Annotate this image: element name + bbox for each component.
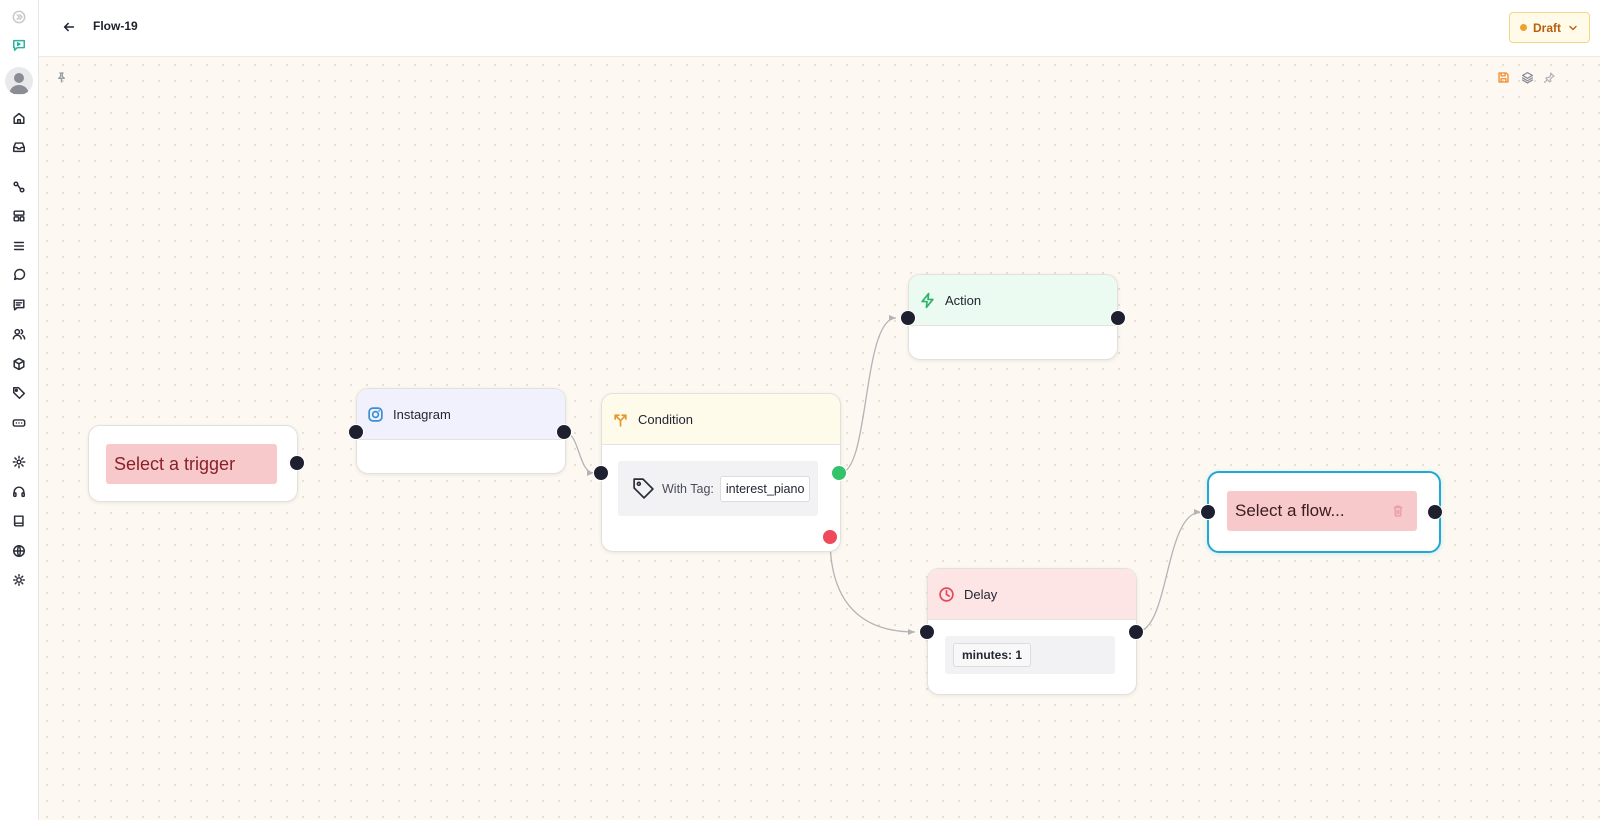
instagram-node[interactable]: Instagram [356,388,566,474]
lightning-icon [921,292,934,308]
action-node-title: Action [945,292,982,308]
instagram-output-handle[interactable] [556,424,572,440]
trash-icon[interactable] [1389,502,1407,520]
clock-icon [939,586,954,602]
go-to-flow-node[interactable]: Select a flow... [1207,471,1441,553]
trigger-output-handle[interactable] [289,455,305,471]
condition-node-title: Condition [638,411,693,427]
edge-condition-delay[interactable] [829,537,916,635]
instagram-node-header: Instagram [357,389,565,440]
flow-input-handle[interactable] [1200,504,1216,520]
instagram-node-title: Instagram [393,406,451,422]
tag-value[interactable]: interest_piano [719,475,811,502]
instagram-input-handle[interactable] [348,424,364,440]
condition-true-handle[interactable] [831,465,847,481]
condition-node[interactable]: Condition With Tag: interest_piano [601,393,841,552]
condition-false-handle[interactable] [822,529,838,545]
delay-setting[interactable]: minutes: 1 [945,636,1115,674]
edge-condition-action[interactable] [839,315,897,474]
delay-value[interactable]: minutes: 1 [953,643,1032,667]
branch-icon [614,413,627,427]
action-node[interactable]: Action [908,274,1118,360]
delay-node-header: Delay [928,569,1136,620]
condition-rule[interactable]: With Tag: interest_piano [618,461,818,516]
instagram-icon [368,406,383,422]
trigger-node[interactable]: Select a trigger [88,425,298,502]
edge-delay-flow[interactable] [1135,509,1202,633]
select-flow-button[interactable]: Select a flow... [1227,491,1417,531]
select-trigger-button[interactable]: Select a trigger [106,444,277,484]
delay-input-handle[interactable] [919,624,935,640]
select-flow-label: Select a flow... [1235,501,1345,520]
condition-input-handle[interactable] [593,465,609,481]
tag-icon [633,478,654,499]
action-input-handle[interactable] [900,310,916,326]
action-node-header: Action [909,275,1117,326]
with-tag-label: With Tag: [662,481,714,496]
delay-node[interactable]: Delay minutes: 1 [927,568,1137,695]
flow-output-handle[interactable] [1427,504,1443,520]
condition-node-header: Condition [602,394,840,445]
delay-node-title: Delay [964,586,998,602]
delay-output-handle[interactable] [1128,624,1144,640]
action-output-handle[interactable] [1110,310,1126,326]
